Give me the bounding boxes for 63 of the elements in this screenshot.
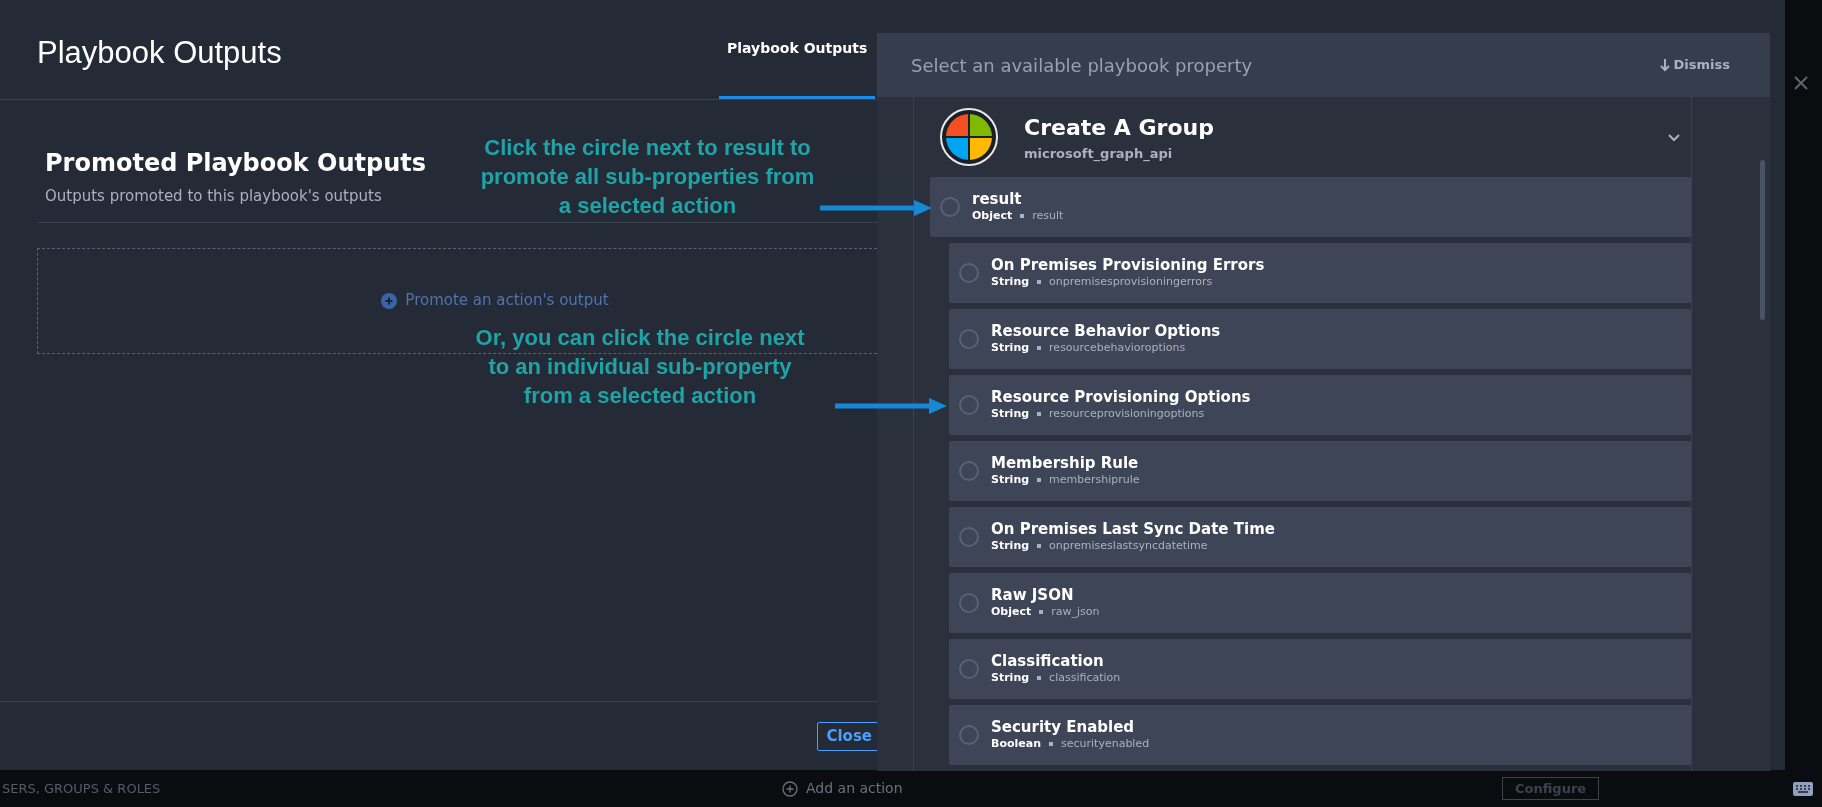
property-name: Classification — [991, 652, 1105, 671]
panel-prompt: Select an available playbook property — [911, 53, 1253, 78]
property-key: classification — [1049, 670, 1121, 686]
down-arrow-icon — [1659, 58, 1670, 72]
property-name: On Premises Provisioning Errors — [991, 256, 1265, 275]
property-type: String — [991, 406, 1030, 422]
property-type: Boolean — [991, 736, 1041, 752]
property-name: Raw JSON — [991, 586, 1075, 605]
property-type: Object — [972, 208, 1013, 224]
plus-icon — [381, 292, 398, 309]
property-row[interactable]: Security Enabled Boolean securityenabled — [949, 705, 1691, 765]
keyboard-icon[interactable] — [1792, 781, 1814, 797]
plus-icon — [782, 780, 798, 797]
annotation-text: Click the circle next to result to promote all sub-properties from a selected action — [480, 134, 815, 220]
property-row[interactable]: Raw JSON Object raw_json — [949, 573, 1691, 633]
property-key: securityenabled — [1061, 736, 1150, 752]
property-name: Resource Behavior Options — [991, 322, 1221, 341]
property-key: result — [1032, 208, 1064, 224]
property-row[interactable]: Classification String classification — [949, 639, 1691, 699]
property-key: onpremiseslastsyncdatetime — [1049, 538, 1208, 554]
radio-button[interactable] — [959, 395, 979, 415]
property-key: membershiprule — [1049, 472, 1140, 488]
radio-button[interactable] — [959, 659, 979, 679]
radio-button[interactable] — [959, 593, 979, 613]
property-row[interactable]: Membership Rule String membershiprule — [949, 441, 1691, 501]
scrollbar[interactable] — [1760, 160, 1765, 320]
property-type: String — [991, 670, 1030, 686]
property-name: Membership Rule — [991, 454, 1140, 473]
property-key: resourceprovisioningoptions — [1049, 406, 1205, 422]
radio-button[interactable] — [959, 263, 979, 283]
property-key: resourcebehavioroptions — [1049, 340, 1186, 356]
property-name: Security Enabled — [991, 718, 1136, 737]
radio-button[interactable] — [959, 527, 979, 547]
property-name: result — [972, 190, 1023, 209]
property-name: Resource Provisioning Options — [991, 388, 1251, 407]
property-type: String — [991, 340, 1030, 356]
radio-button[interactable] — [959, 461, 979, 481]
property-row[interactable]: On Premises Provisioning Errors String onpremisesprovisioningerrors — [949, 243, 1691, 303]
action-title: Create A Group — [1024, 113, 1214, 142]
property-key: onpremisesprovisioningerrors — [1049, 274, 1213, 290]
property-key: raw_json — [1051, 604, 1100, 620]
property-type: String — [991, 472, 1030, 488]
integration-name: microsoft_graph_api — [1024, 144, 1174, 164]
section-title: Promoted Playbook Outputs — [45, 148, 427, 179]
section-subtitle: Outputs promoted to this playbook's outputs — [45, 186, 382, 207]
app-logo — [940, 108, 998, 166]
property-name: On Premises Last Sync Date Time — [991, 520, 1275, 539]
radio-button[interactable] — [959, 725, 979, 745]
property-type: String — [991, 538, 1030, 554]
close-icon[interactable] — [1793, 75, 1809, 91]
radio-button[interactable] — [959, 329, 979, 349]
property-type: String — [991, 274, 1030, 290]
modal-title: Playbook Outputs — [36, 34, 282, 72]
add-action-link[interactable]: Add an action — [782, 778, 1502, 799]
property-row[interactable]: result Object result — [930, 177, 1691, 237]
radio-button[interactable] — [940, 197, 960, 217]
property-row[interactable]: Resource Provisioning Options String resourceprovisioningoptions — [949, 375, 1691, 435]
chevron-icon[interactable] — [1667, 132, 1681, 143]
property-row[interactable]: On Premises Last Sync Date Time String onpremiseslastsyncdatetime — [949, 507, 1691, 567]
annotation-text: Or, you can click the circle next to an individual sub-property from a selected action — [474, 324, 806, 410]
property-row[interactable]: Resource Behavior Options String resourcebehavioroptions — [949, 309, 1691, 369]
dismiss-button[interactable]: Dismiss — [1653, 54, 1736, 76]
property-type: Object — [991, 604, 1032, 620]
